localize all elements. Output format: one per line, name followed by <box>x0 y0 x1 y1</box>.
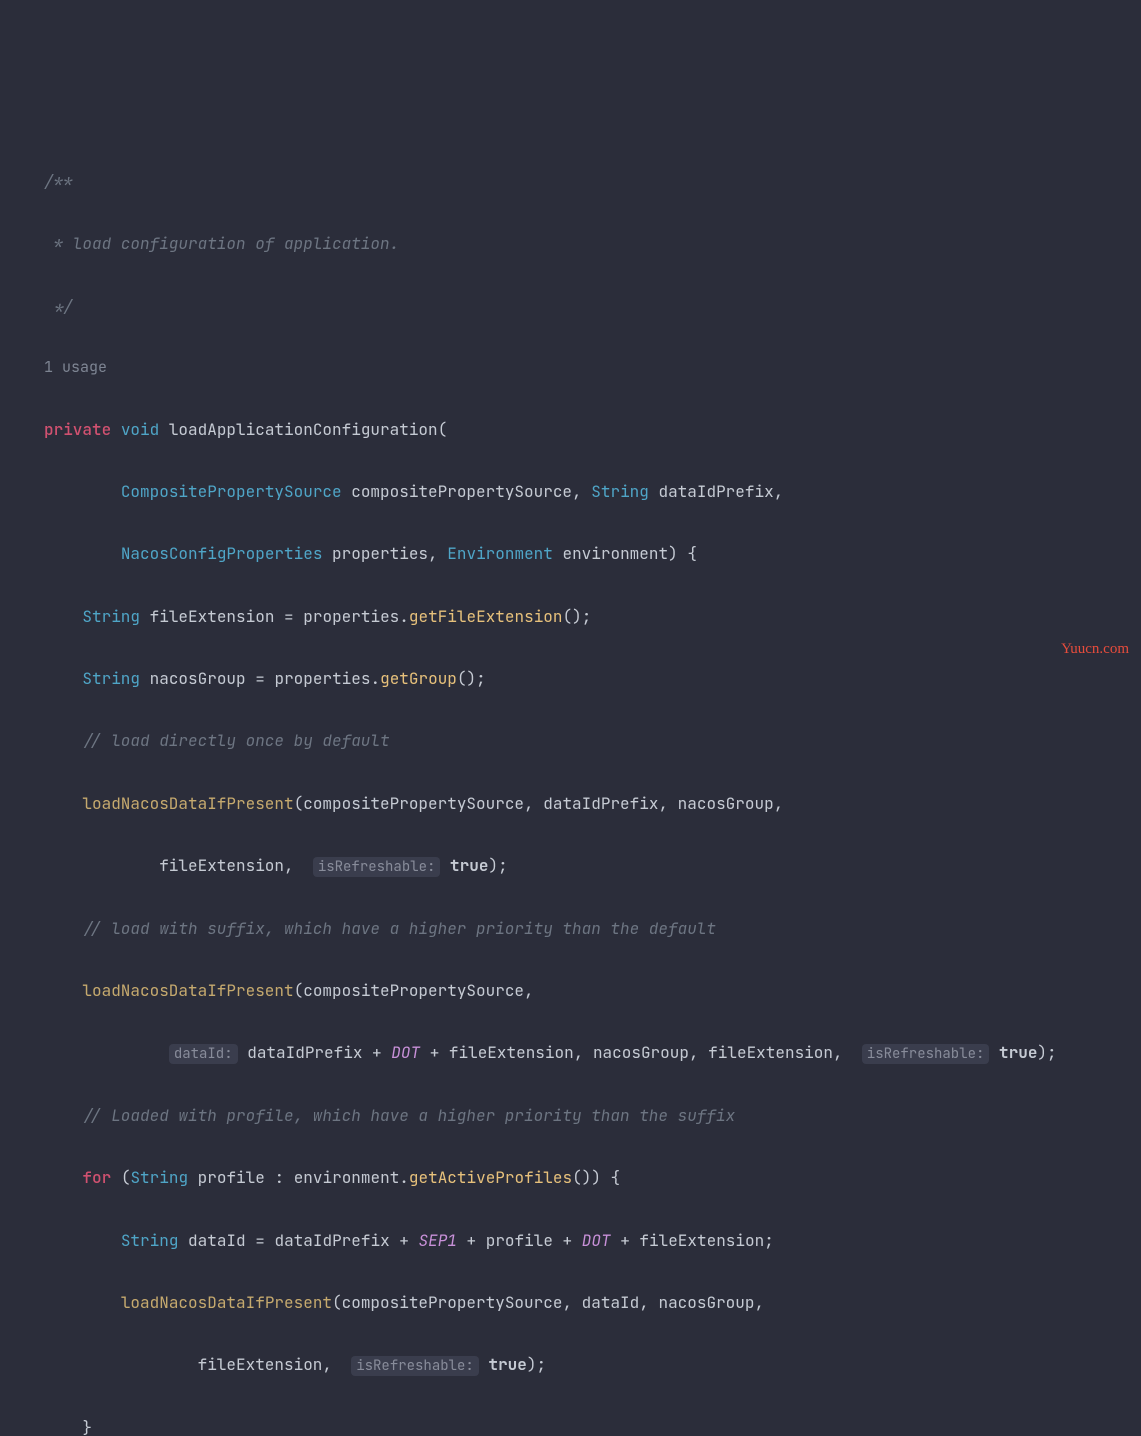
keyword-for: for <box>82 1167 111 1188</box>
code-line: for (String profile : environment.getAct… <box>0 1162 1141 1193</box>
code-line: String nacosGroup = properties.getGroup(… <box>0 663 1141 694</box>
code-line: loadNacosDataIfPresent(compositeProperty… <box>0 975 1141 1006</box>
comment: // load with suffix, which have a higher… <box>0 913 1141 944</box>
parameter-hint: isRefreshable: <box>313 857 441 877</box>
type-string: String <box>82 668 140 689</box>
code-line: CompositePropertySource compositePropert… <box>0 476 1141 507</box>
code-editor[interactable]: /** * load configuration of application.… <box>0 135 1141 1436</box>
param: environment <box>562 543 668 564</box>
parameter-hint: isRefreshable: <box>862 1044 990 1064</box>
literal-true: true <box>999 1042 1037 1063</box>
code-line: fileExtension, isRefreshable: true); <box>0 850 1141 881</box>
constant: SEP1 <box>419 1230 457 1251</box>
method-call: getGroup <box>380 668 457 689</box>
constant: DOT <box>391 1042 420 1063</box>
code-line: } <box>0 1412 1141 1436</box>
type-composite: CompositePropertySource <box>121 481 342 502</box>
type-string: String <box>82 606 140 627</box>
watermark: Yuucn.com <box>1061 635 1129 664</box>
literal-true: true <box>450 855 488 876</box>
code-line: NacosConfigProperties properties, Enviro… <box>0 538 1141 569</box>
keyword-private: private <box>44 419 111 440</box>
method-name: loadApplicationConfiguration <box>169 419 438 440</box>
type-environment: Environment <box>447 543 553 564</box>
method-call: loadNacosDataIfPresent <box>121 1292 332 1313</box>
code-line: dataId: dataIdPrefix + DOT + fileExtensi… <box>0 1037 1141 1068</box>
code-line: String fileExtension = properties.getFil… <box>0 601 1141 632</box>
code-line: loadNacosDataIfPresent(compositeProperty… <box>0 788 1141 819</box>
comment: // load directly once by default <box>0 725 1141 756</box>
var: nacosGroup <box>150 668 246 689</box>
type-string: String <box>121 1230 179 1251</box>
code-line: private void loadApplicationConfiguratio… <box>0 414 1141 445</box>
method-call: loadNacosDataIfPresent <box>82 793 293 814</box>
paren-open: ( <box>438 419 448 440</box>
keyword-void: void <box>121 419 159 440</box>
javadoc-line: * load configuration of application. <box>0 228 1141 259</box>
method-call: getFileExtension <box>409 606 563 627</box>
param: dataIdPrefix <box>658 481 773 502</box>
method-call: getActiveProfiles <box>409 1167 572 1188</box>
type-nacos: NacosConfigProperties <box>121 543 323 564</box>
code-line: loadNacosDataIfPresent(compositeProperty… <box>0 1287 1141 1318</box>
param: properties <box>332 543 428 564</box>
javadoc-line: */ <box>0 291 1141 322</box>
code-line: String dataId = dataIdPrefix + SEP1 + pr… <box>0 1225 1141 1256</box>
code-line: fileExtension, isRefreshable: true); <box>0 1349 1141 1380</box>
comment: // Loaded with profile, which have a hig… <box>0 1100 1141 1131</box>
type-string: String <box>591 481 649 502</box>
var: profile <box>198 1167 265 1188</box>
var: dataId <box>188 1230 246 1251</box>
method-call: loadNacosDataIfPresent <box>82 980 293 1001</box>
usage-annotation[interactable]: 1 usage <box>0 353 1141 382</box>
param: compositePropertySource <box>351 481 572 502</box>
type-string: String <box>130 1167 188 1188</box>
parameter-hint: isRefreshable: <box>351 1356 479 1376</box>
parameter-hint: dataId: <box>169 1044 238 1064</box>
literal-true: true <box>488 1354 526 1375</box>
var: fileExtension <box>150 606 275 627</box>
javadoc-line: /** <box>0 166 1141 197</box>
constant: DOT <box>582 1230 611 1251</box>
